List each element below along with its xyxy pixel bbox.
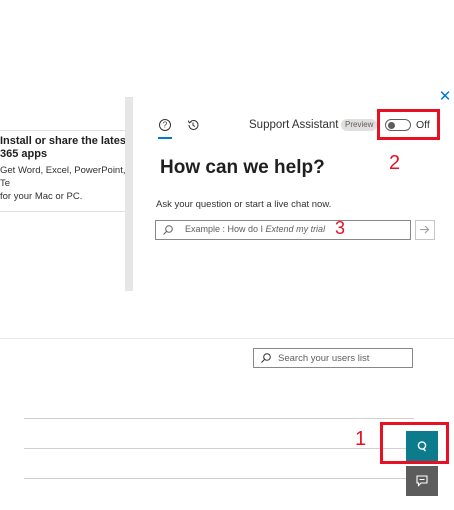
panel-prompt: Ask your question or start a live chat n… — [156, 199, 332, 210]
active-tab-indicator — [158, 137, 172, 139]
send-question-button[interactable] — [415, 220, 435, 240]
chat-message-icon — [416, 475, 428, 487]
search-placeholder-italic: Extend my trial — [265, 224, 326, 234]
svg-text:?: ? — [163, 121, 168, 130]
annotation-box-toggle — [377, 109, 440, 140]
history-icon[interactable] — [186, 118, 200, 132]
section-divider — [0, 338, 454, 339]
arrow-right-icon — [420, 225, 430, 234]
question-search-input[interactable]: Example : How do I Extend my trial — [155, 220, 411, 240]
support-assistant-label: Support Assistant — [249, 119, 339, 131]
users-search-input[interactable]: Search your users list — [253, 348, 413, 368]
annotation-number-2: 2 — [389, 152, 401, 174]
users-search-placeholder: Search your users list — [278, 353, 370, 364]
search-icon — [163, 225, 173, 235]
close-icon: ✕ — [438, 88, 452, 105]
list-row-divider — [24, 478, 414, 479]
annotation-number-1: 1 — [355, 428, 367, 450]
panel-heading: How can we help? — [160, 157, 325, 178]
annotation-number-3: 3 — [335, 218, 346, 238]
search-placeholder: Example : How do I Extend my trial — [185, 224, 325, 234]
install-apps-card-description: Get Word, Excel, PowerPoint, Te for your… — [0, 165, 126, 202]
close-panel-button[interactable]: ✕ — [438, 88, 452, 105]
help-circle-icon[interactable]: ? — [158, 118, 172, 132]
preview-badge: Preview — [341, 119, 378, 131]
feedback-chat-button[interactable] — [406, 466, 438, 496]
search-icon — [261, 353, 271, 363]
panel-divider — [125, 97, 133, 291]
search-placeholder-prefix: Example : How do I — [185, 224, 266, 234]
annotation-box-help-button — [380, 422, 449, 464]
list-row-divider — [24, 418, 414, 419]
install-apps-card-title: Install or share the latest 365 apps — [0, 135, 130, 160]
